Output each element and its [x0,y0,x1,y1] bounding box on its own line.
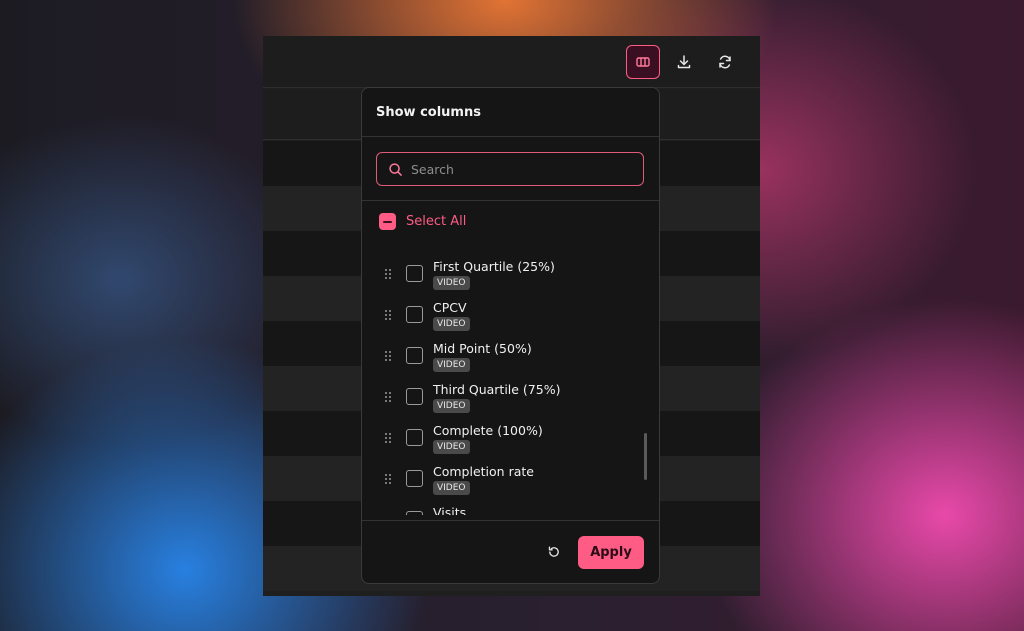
column-item[interactable]: Third Quartile (75%) VIDEO [362,382,632,423]
column-item[interactable]: CPCV VIDEO [362,300,632,341]
show-columns-popover: Show columns Select All First Quartile (… [361,87,660,584]
divider [362,136,659,137]
download-button[interactable] [667,45,701,79]
columns-button[interactable] [626,45,660,79]
column-type-badge: VIDEO [433,440,470,454]
drag-handle-icon[interactable] [384,514,392,515]
drag-handle-icon[interactable] [384,432,392,444]
column-label: Third Quartile (75%) [433,382,561,397]
column-label: Mid Point (50%) [433,341,532,356]
divider [362,520,659,521]
select-all-checkbox[interactable] [379,213,396,230]
indeterminate-icon [383,220,392,223]
reset-icon [548,546,559,557]
column-item[interactable]: Mid Point (50%) VIDEO [362,341,632,382]
reset-button[interactable] [539,537,569,567]
download-icon [677,55,691,69]
column-label: Complete (100%) [433,423,543,438]
drag-handle-icon[interactable] [384,391,392,403]
column-type-badge: VIDEO [433,481,470,495]
column-checkbox[interactable] [406,347,423,364]
column-label: CPCV [433,300,467,315]
column-checkbox[interactable] [406,388,423,405]
column-list: First Quartile (25%) VIDEO CPCV VIDEO Mi… [362,245,659,515]
columns-icon [636,57,650,67]
select-all-label: Select All [406,214,467,229]
search-input[interactable] [411,161,631,177]
column-label: First Quartile (25%) [433,259,555,274]
select-all-toggle[interactable]: Select All [379,213,466,230]
column-item[interactable]: First Quartile (25%) VIDEO [362,259,632,300]
column-checkbox[interactable] [406,265,423,282]
refresh-button[interactable] [708,45,742,79]
column-checkbox[interactable] [406,306,423,323]
table-toolbar [263,36,760,88]
column-type-badge: VIDEO [433,276,470,290]
column-label: Completion rate [433,464,534,479]
column-item[interactable]: Completion rate VIDEO [362,464,632,505]
column-type-badge: VIDEO [433,317,470,331]
column-type-badge: VIDEO [433,399,470,413]
divider [362,200,659,201]
column-checkbox[interactable] [406,429,423,446]
drag-handle-icon[interactable] [384,268,392,280]
search-icon [389,162,402,176]
column-label: Visits [433,505,467,515]
popover-title: Show columns [376,105,481,120]
column-type-badge: VIDEO [433,358,470,372]
apply-button[interactable]: Apply [578,536,644,569]
refresh-icon [719,55,731,69]
drag-handle-icon[interactable] [384,309,392,321]
column-checkbox[interactable] [406,470,423,487]
column-item[interactable]: Visits [362,505,632,515]
column-item[interactable]: Complete (100%) VIDEO [362,423,632,464]
column-checkbox[interactable] [406,511,423,515]
drag-handle-icon[interactable] [384,473,392,485]
list-scrollbar[interactable] [644,433,647,480]
drag-handle-icon[interactable] [384,350,392,362]
search-field[interactable] [376,152,644,186]
